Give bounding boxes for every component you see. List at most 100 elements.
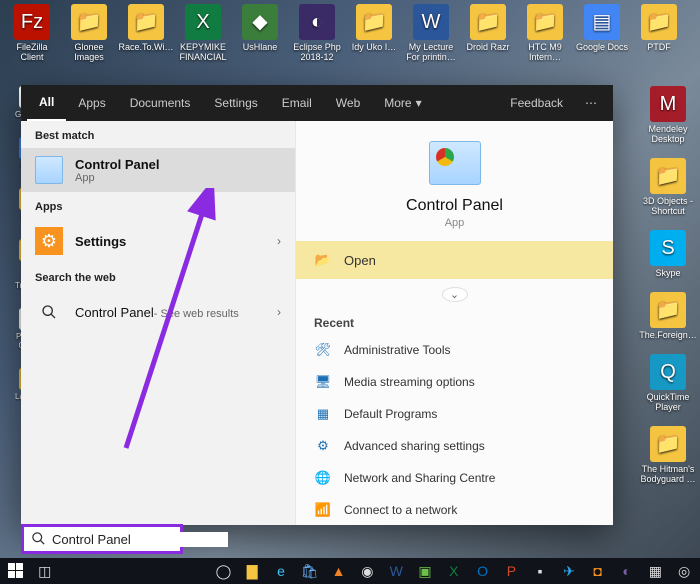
desktop-icon-label: KEPYMIKE FINANCIAL <box>175 42 231 62</box>
taskbar-app-powerpoint[interactable]: P <box>497 559 525 583</box>
tab-more[interactable]: More ▾ <box>372 85 433 121</box>
taskbar-app-misc1[interactable]: ▦ <box>641 559 669 583</box>
tab-all[interactable]: All <box>27 85 66 121</box>
taskbar-app-outlook[interactable]: O <box>469 559 497 583</box>
taskbar-app-telegram[interactable]: ✈ <box>555 559 583 583</box>
desktop-icon-label: FileZilla Client <box>4 42 60 62</box>
tab-documents[interactable]: Documents <box>118 85 203 121</box>
taskbar-app-chrome[interactable]: ◉ <box>353 559 381 583</box>
recent-item[interactable]: 🛠Administrative Tools <box>296 334 613 366</box>
recent-item-icon: 🖥 <box>314 373 332 391</box>
desktop-icon-label: UsHlane <box>243 42 278 52</box>
tab-apps[interactable]: Apps <box>66 85 117 121</box>
desktop-icon[interactable]: WMy Lecture For printin… <box>403 4 459 62</box>
desktop-icon[interactable]: 📁The.Foreign… <box>640 292 696 340</box>
result-control-panel[interactable]: Control Panel App <box>21 148 295 192</box>
result-settings[interactable]: ⚙ Settings › <box>21 219 295 263</box>
start-button[interactable] <box>2 559 30 583</box>
recent-item-label: Media streaming options <box>344 375 475 389</box>
taskbar-app-explorer[interactable]: ▇ <box>238 559 266 583</box>
taskbar-app-snagit[interactable]: ◘ <box>584 559 612 583</box>
desktop-icon[interactable]: QQuickTime Player <box>640 354 696 412</box>
chevron-right-icon: › <box>277 234 281 248</box>
desktop-icon-label: Google Docs <box>576 42 628 52</box>
desktop-icon-glyph: M <box>650 86 686 122</box>
desktop-icon-label: Eclipse Php 2018-12 <box>289 42 345 62</box>
taskbar-app-excel[interactable]: X <box>440 559 468 583</box>
taskbar-app-vlc[interactable]: ▲ <box>325 559 353 583</box>
desktop-icon[interactable]: ◆UsHlane <box>232 4 288 62</box>
desktop-icon[interactable]: XKEPYMIKE FINANCIAL <box>175 4 231 62</box>
recent-item-icon: ⚙ <box>314 437 332 455</box>
taskbar-app-store[interactable]: 🛍 <box>296 559 324 583</box>
desktop-icon-glyph: Fz <box>14 4 50 40</box>
result-settings-title: Settings <box>75 234 126 249</box>
open-label: Open <box>344 253 376 268</box>
results-left-pane: Best match Control Panel App Apps ⚙ Sett… <box>21 121 296 525</box>
desktop-icon[interactable]: ◐Eclipse Php 2018-12 <box>289 4 345 62</box>
chevron-down-icon: ▾ <box>416 96 422 110</box>
desktop-icon[interactable]: 📁HTC M9 Intern… <box>517 4 573 62</box>
desktop-right-col: MMendeley Desktop 📁3D Objects - Shortcut S… <box>640 86 696 484</box>
preview-sub: App <box>445 217 465 229</box>
recent-item-icon: ▦ <box>314 405 332 423</box>
desktop-icon[interactable]: MMendeley Desktop <box>640 86 696 144</box>
desktop-icon[interactable]: 📁Race.To.Wi… <box>118 4 174 62</box>
result-web-control-panel[interactable]: Control Panel - See web results › <box>21 290 295 334</box>
desktop-icon-label: 3D Objects - Shortcut <box>640 196 696 216</box>
results-right-pane: Control Panel App 📂 Open ⌄ Recent 🛠Admin… <box>296 121 613 525</box>
desktop-icon-label: Mendeley Desktop <box>640 124 696 144</box>
tab-settings[interactable]: Settings <box>202 85 269 121</box>
desktop-icon-label: HTC M9 Intern… <box>517 42 573 62</box>
desktop-icon[interactable]: ▤Google Docs <box>574 4 630 62</box>
taskbar-app-word[interactable]: W <box>382 559 410 583</box>
taskbar-app-edge[interactable]: e <box>267 559 295 583</box>
overflow-menu-icon[interactable]: ⋯ <box>575 96 607 110</box>
taskbar-app-cmd[interactable]: ▪ <box>526 559 554 583</box>
open-button[interactable]: 📂 Open <box>296 241 613 279</box>
recent-list: 🛠Administrative Tools 🖥 Media streaming op… <box>296 334 613 525</box>
desktop-icon[interactable]: 📁Glonee Images <box>61 4 117 62</box>
task-view-button[interactable]: ◫ <box>31 559 59 583</box>
desktop-icon[interactable]: 📁Idy Uko I… <box>346 4 402 62</box>
desktop-icon-glyph: X <box>185 4 221 40</box>
best-match-label: Best match <box>21 121 295 148</box>
taskbar-app-cortana[interactable]: ◯ <box>210 559 238 583</box>
desktop-icon[interactable]: 📁Droid Razr <box>460 4 516 62</box>
desktop-icon-glyph: S <box>650 230 686 266</box>
preview-title: Control Panel <box>406 197 503 215</box>
apps-label: Apps <box>21 192 295 219</box>
desktop-icon[interactable]: 📁PTDF <box>631 4 687 62</box>
desktop-icon[interactable]: SSkype <box>640 230 696 278</box>
tab-more-label: More <box>384 96 411 110</box>
recent-item[interactable]: 🖥 Media streaming options <box>296 366 613 398</box>
feedback-link[interactable]: Feedback <box>498 85 575 121</box>
desktop-icon[interactable]: 📁3D Objects - Shortcut <box>640 158 696 216</box>
recent-item[interactable]: ▦Default Programs <box>296 398 613 430</box>
search-icon <box>35 298 63 326</box>
search-icon <box>31 531 46 547</box>
search-input[interactable] <box>52 532 228 547</box>
recent-item[interactable]: 🌐Network and Sharing Centre <box>296 462 613 494</box>
open-icon: 📂 <box>314 251 332 269</box>
recent-item[interactable]: ⚙Advanced sharing settings <box>296 430 613 462</box>
recent-label: Recent <box>296 310 613 334</box>
taskbar-app-camtasia[interactable]: ▣ <box>411 559 439 583</box>
taskbar-app-misc2[interactable]: ◎ <box>670 559 698 583</box>
tab-web[interactable]: Web <box>324 85 372 121</box>
recent-item-icon: 🛠 <box>314 341 332 359</box>
desktop-icon[interactable]: 📁The Hitman's Bodyguard … <box>640 426 696 484</box>
desktop-icon-glyph: 📁 <box>128 4 164 40</box>
recent-item[interactable]: 📶Connect to a network <box>296 494 613 525</box>
tab-email[interactable]: Email <box>270 85 324 121</box>
desktop-icon[interactable]: FzFileZilla Client <box>4 4 60 62</box>
desktop-icon-glyph: 📁 <box>650 158 686 194</box>
desktop-icon-label: My Lecture For printin… <box>403 42 459 62</box>
chevron-right-icon: › <box>277 305 281 319</box>
desktop-icon-label: The.Foreign… <box>639 330 697 340</box>
desktop-icon-glyph: W <box>413 4 449 40</box>
taskbar-search-box[interactable] <box>21 524 183 554</box>
taskbar-app-eclipse[interactable]: ◐ <box>613 559 641 583</box>
search-tabs: All Apps Documents Settings Email Web Mo… <box>21 85 613 121</box>
expand-button[interactable]: ⌄ <box>442 287 468 302</box>
